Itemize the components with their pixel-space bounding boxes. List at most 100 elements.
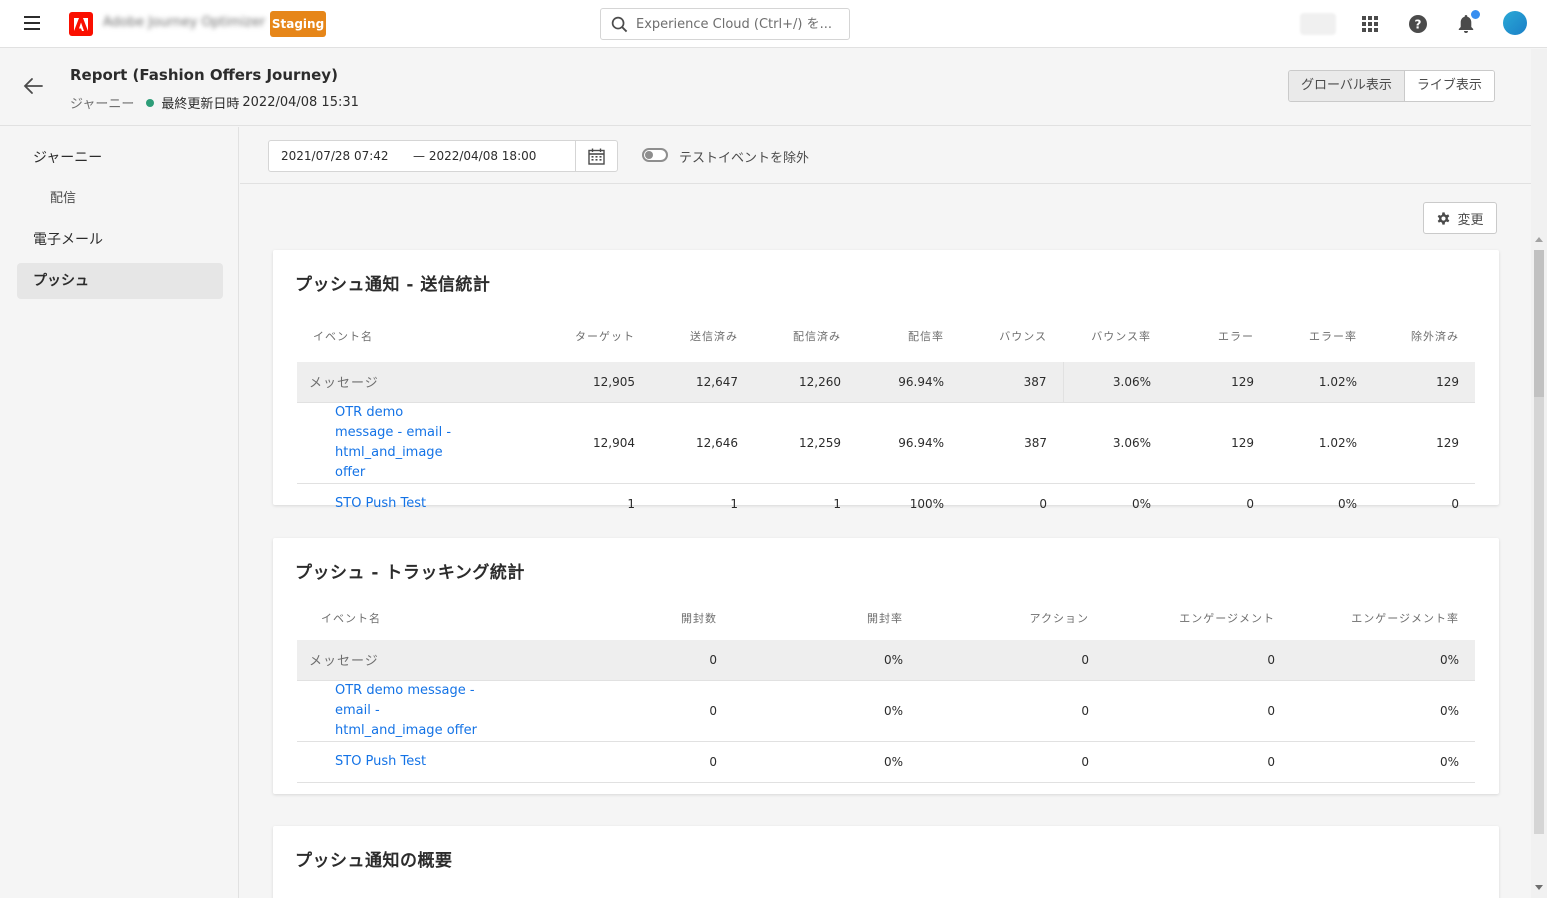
table-cell: 0	[1105, 741, 1291, 783]
scroll-down-arrow-icon[interactable]	[1535, 885, 1543, 890]
last-updated-timestamp: 2022/04/08 15:31	[242, 95, 359, 110]
table-cell: 0	[919, 640, 1105, 681]
org-switcher[interactable]	[1300, 13, 1336, 35]
table-cell: 0%	[733, 640, 919, 681]
table-cell: 0%	[1291, 680, 1475, 742]
column-header[interactable]: 除外済み	[1373, 310, 1475, 362]
table-total-row: メッセージ 12,905 12,647 12,260 96.94% 387 3.…	[297, 362, 1475, 403]
table-cell: 0%	[1131, 496, 1151, 511]
content-scrollbar[interactable]	[1531, 49, 1547, 898]
column-header[interactable]: ターゲット	[547, 310, 651, 362]
report-left-nav: ジャーニー 配信 電子メール プッシュ	[0, 127, 239, 898]
message-link[interactable]: OTR demo message - email - html_and_imag…	[297, 402, 547, 484]
calendar-icon[interactable]	[575, 141, 617, 171]
column-header[interactable]: バウンス率	[1063, 310, 1167, 362]
breadcrumb-category: ジャーニー	[70, 97, 135, 112]
table-cell: 129	[1167, 402, 1270, 484]
table-cell: 96.94%	[857, 362, 960, 403]
apps-grid-icon[interactable]	[1358, 12, 1382, 36]
status-live-dot	[146, 98, 155, 107]
notifications-bell-icon[interactable]	[1454, 9, 1481, 36]
scrollbar-thumb[interactable]	[1534, 250, 1544, 397]
table-cell: 1	[627, 496, 635, 511]
column-header[interactable]: アクション	[919, 596, 1105, 640]
table-cell: 0	[1451, 496, 1459, 511]
scrollbar-track[interactable]	[1534, 397, 1544, 834]
table-cell: 1.02%	[1270, 362, 1373, 403]
column-header[interactable]: イベント名	[297, 596, 547, 640]
live-view-button[interactable]: ライブ表示	[1404, 71, 1494, 101]
message-link[interactable]: OTR demo message - email - html_and_imag…	[297, 680, 547, 742]
column-header[interactable]: エラー率	[1270, 310, 1373, 362]
column-header[interactable]: 開封数	[547, 596, 733, 640]
last-updated-label: 最終更新日時	[161, 97, 240, 112]
search-box[interactable]	[600, 8, 850, 40]
nav-item-push[interactable]: プッシュ	[17, 263, 223, 299]
column-header[interactable]: イベント名	[297, 310, 547, 362]
table-cell: 0	[547, 741, 733, 783]
column-header[interactable]: 配信済み	[754, 310, 857, 362]
table-cell: 96.94%	[857, 402, 960, 484]
svg-text:?: ?	[1415, 18, 1422, 32]
view-toggle-group: グローバル表示 ライブ表示	[1288, 70, 1495, 102]
column-header[interactable]: 送信済み	[651, 310, 754, 362]
table-cell: 387	[960, 402, 1063, 484]
column-header[interactable]: エンゲージメント率	[1291, 596, 1475, 640]
user-avatar[interactable]	[1503, 11, 1527, 35]
scroll-up-arrow-icon[interactable]	[1535, 237, 1543, 242]
table-cell: 0	[1039, 496, 1047, 511]
hamburger-menu-icon[interactable]	[24, 16, 40, 30]
table-cell: 12,647	[651, 362, 754, 403]
table-cell: 12,905	[547, 362, 651, 403]
message-link[interactable]: STO Push Test	[297, 741, 547, 783]
table-cell: メッセージ	[297, 362, 547, 403]
modify-button[interactable]: 変更	[1423, 202, 1497, 234]
table-cell: 0	[1246, 496, 1254, 511]
tracking-stats-table: イベント名 開封数 開封率 アクション エンゲージメント エンゲージメント率 メ…	[297, 596, 1475, 783]
push-tracking-stats-card: プッシュ - トラッキング統計 イベント名 開封数 開封率 アクション エンゲー…	[273, 538, 1499, 794]
adobe-logo[interactable]	[69, 12, 93, 36]
app-name[interactable]: Adobe Journey Optimizer	[103, 15, 265, 30]
table-cell: 129	[1373, 402, 1475, 484]
table-cell: 0	[919, 680, 1105, 742]
column-header[interactable]: エラー	[1167, 310, 1270, 362]
column-header[interactable]: エンゲージメント	[1105, 596, 1291, 640]
table-cell: 1.02%	[1270, 402, 1373, 484]
date-range-picker[interactable]: 2021/07/28 07:42 — 2022/04/08 18:00	[268, 140, 618, 172]
table-cell: 3.06%	[1063, 402, 1167, 484]
environment-badge: Staging	[270, 11, 326, 37]
column-header[interactable]: 開封率	[733, 596, 919, 640]
global-view-button[interactable]: グローバル表示	[1289, 71, 1405, 101]
nav-item-journey[interactable]: ジャーニー	[17, 140, 223, 176]
table-cell: 1	[730, 496, 738, 511]
push-overview-card: プッシュ通知の概要	[273, 826, 1499, 898]
report-subline: ジャーニー 最終更新日時 2022/04/08 15:31	[70, 93, 359, 112]
shell-topbar: Adobe Journey Optimizer Staging ?	[0, 0, 1547, 48]
table-row: OTR demo message - email - html_and_imag…	[297, 680, 1475, 742]
search-input[interactable]	[636, 16, 836, 32]
column-header[interactable]: バウンス	[960, 310, 1063, 362]
table-cell: 0%	[1337, 496, 1357, 511]
table-row: STO Push Test 0 0% 0 0 0%	[297, 741, 1475, 783]
date-end[interactable]: — 2022/04/08 18:00	[413, 149, 573, 163]
table-cell: 0	[919, 741, 1105, 783]
nav-item-email[interactable]: 電子メール	[17, 222, 223, 258]
table-cell: 100%	[909, 496, 944, 511]
overview-title: プッシュ通知の概要	[295, 851, 453, 871]
gear-icon	[1438, 211, 1450, 225]
table-cell: 129	[1373, 362, 1475, 403]
table-cell: 0	[547, 640, 733, 681]
send-stats-table: イベント名 ターゲット 送信済み 配信済み 配信率 バウンス バウンス率 エラー…	[297, 310, 1475, 524]
column-header[interactable]: 配信率	[857, 310, 960, 362]
table-total-row: メッセージ 0 0% 0 0 0%	[297, 640, 1475, 681]
date-start[interactable]: 2021/07/28 07:42	[281, 149, 413, 163]
table-cell: 12,259	[754, 402, 857, 484]
table-cell: 12,260	[754, 362, 857, 403]
message-link[interactable]: STO Push Test	[297, 483, 547, 524]
back-arrow-icon[interactable]	[22, 75, 46, 99]
help-icon[interactable]: ?	[1406, 12, 1430, 36]
notification-indicator	[1470, 9, 1481, 20]
table-cell: 0	[1105, 680, 1291, 742]
exclude-test-events-toggle[interactable]	[642, 148, 668, 162]
nav-item-delivery[interactable]: 配信	[17, 181, 223, 217]
